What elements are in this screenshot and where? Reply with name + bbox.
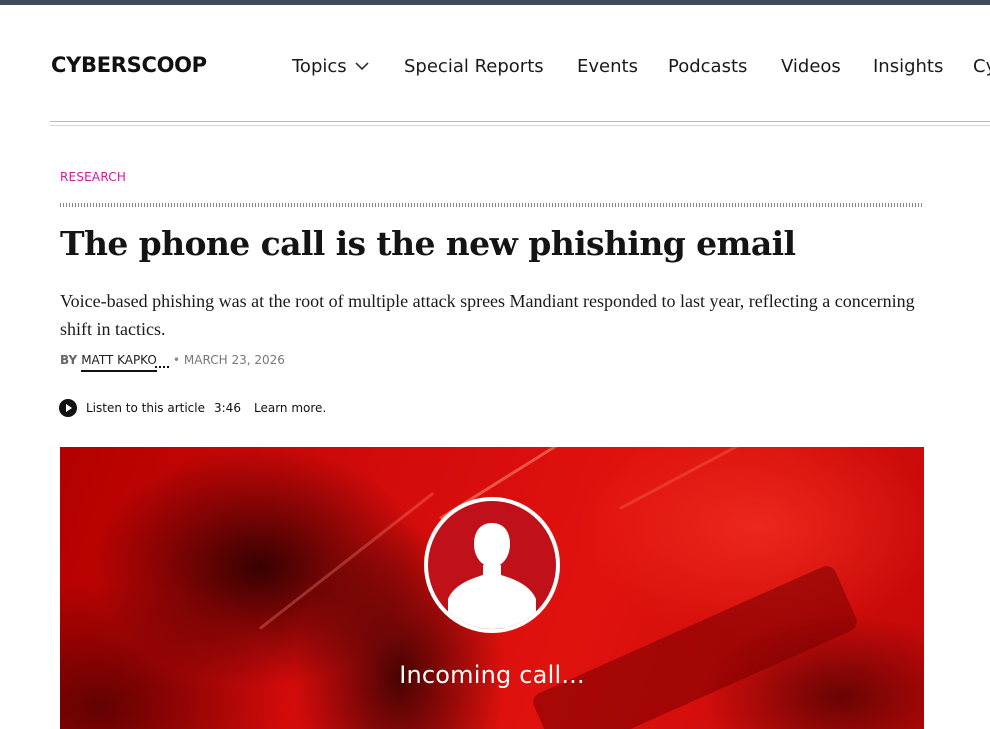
site-logo[interactable]: CYBERSCOOP: [51, 53, 207, 77]
nav-topics-label: Topics: [292, 56, 347, 77]
nav-events[interactable]: Events: [577, 56, 638, 77]
dotted-divider: [60, 203, 924, 207]
byline: BY MATT KAPKO • MARCH 23, 2026: [60, 353, 285, 372]
header-divider-secondary: [50, 125, 990, 126]
author-link[interactable]: MATT KAPKO: [81, 353, 157, 372]
learn-more-link[interactable]: Learn more.: [254, 401, 326, 415]
nav-insights[interactable]: Insights: [873, 56, 943, 77]
light-streak: [259, 491, 435, 630]
nav-special-reports[interactable]: Special Reports: [404, 56, 544, 77]
byline-prefix: BY: [60, 353, 78, 367]
chevron-down-icon: [355, 55, 369, 76]
nav-cy-truncated[interactable]: Cy: [973, 56, 990, 77]
byline-separator: •: [172, 353, 180, 367]
user-silhouette-icon: [424, 497, 560, 633]
article-title: The phone call is the new phishing email: [60, 224, 796, 263]
nav-podcasts[interactable]: Podcasts: [668, 56, 747, 77]
listen-label[interactable]: Listen to this article: [86, 401, 205, 415]
publish-date: MARCH 23, 2026: [183, 353, 285, 367]
nav-topics[interactable]: Topics: [292, 56, 369, 77]
header-divider: [50, 121, 990, 122]
category-link[interactable]: RESEARCH: [60, 170, 126, 184]
light-streak: [619, 447, 798, 510]
play-icon[interactable]: [59, 399, 77, 417]
nav-videos[interactable]: Videos: [781, 56, 841, 77]
site-header: CYBERSCOOP Topics Special Reports Events…: [0, 5, 990, 121]
audio-duration: 3:46: [214, 401, 241, 415]
incoming-call-text: Incoming call...: [399, 661, 585, 689]
hero-image: Incoming call...: [60, 447, 924, 729]
phone-silhouette: [530, 562, 860, 729]
article-dek: Voice-based phishing was at the root of …: [60, 291, 915, 339]
